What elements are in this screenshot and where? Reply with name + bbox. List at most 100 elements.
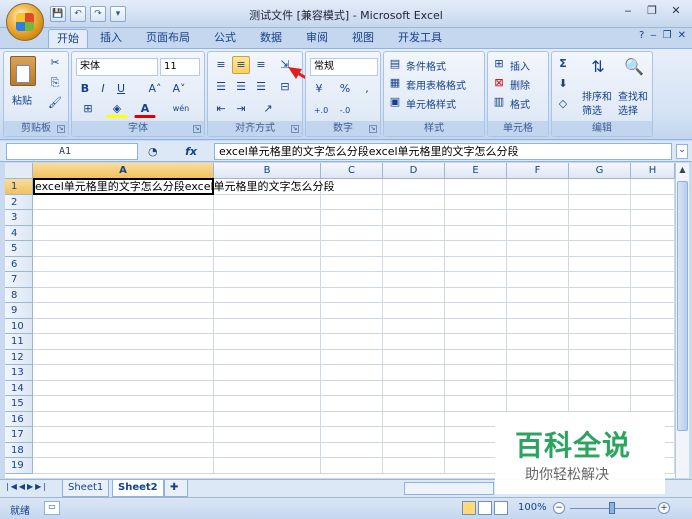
cell[interactable]	[33, 349, 214, 365]
cell[interactable]	[321, 380, 383, 396]
cell[interactable]	[383, 303, 445, 319]
cell[interactable]	[507, 287, 569, 303]
row-header[interactable]: 9	[5, 303, 33, 319]
copy-icon[interactable]: ⎘	[46, 74, 64, 92]
zoom-slider-thumb[interactable]	[609, 502, 615, 514]
font-name-select[interactable]: 宋体	[76, 58, 158, 76]
cell[interactable]	[383, 380, 445, 396]
tab-developer[interactable]: 开发工具	[390, 29, 450, 48]
cell[interactable]	[33, 427, 214, 443]
sheet-tab-active[interactable]: Sheet2	[112, 480, 164, 497]
cell[interactable]	[214, 380, 321, 396]
insert-function-button[interactable]: fx	[185, 145, 197, 158]
decrease-decimal-button[interactable]: -.0	[334, 102, 356, 120]
cell[interactable]	[321, 442, 383, 458]
cell[interactable]	[383, 334, 445, 350]
cell[interactable]	[445, 380, 507, 396]
cell[interactable]	[321, 458, 383, 474]
cell[interactable]	[569, 396, 631, 412]
cell[interactable]	[631, 225, 675, 241]
cell[interactable]	[507, 396, 569, 412]
cell[interactable]	[214, 303, 321, 319]
cell[interactable]	[507, 380, 569, 396]
cell[interactable]	[631, 365, 675, 381]
cell[interactable]	[569, 179, 631, 195]
cell[interactable]	[214, 442, 321, 458]
cell[interactable]	[445, 334, 507, 350]
align-right-icon[interactable]: ☰	[252, 78, 270, 96]
cell[interactable]	[445, 272, 507, 288]
zoom-in-icon[interactable]: +	[658, 502, 670, 514]
align-center-icon[interactable]: ☰	[232, 78, 250, 96]
cell[interactable]	[507, 194, 569, 210]
shrink-font-button[interactable]: A˅	[168, 80, 190, 98]
cell[interactable]	[383, 458, 445, 474]
row-header[interactable]: 1	[5, 179, 33, 195]
cell[interactable]	[321, 225, 383, 241]
cell[interactable]	[631, 256, 675, 272]
cell[interactable]	[445, 241, 507, 257]
cell[interactable]	[507, 225, 569, 241]
cell[interactable]	[321, 396, 383, 412]
clear-icon[interactable]: ◇	[554, 95, 572, 113]
cell[interactable]	[33, 225, 214, 241]
cell[interactable]	[445, 287, 507, 303]
delete-cells-button[interactable]: 删除	[510, 77, 530, 92]
cell[interactable]	[507, 318, 569, 334]
cell[interactable]	[445, 256, 507, 272]
column-header[interactable]: H	[631, 163, 675, 179]
doc-restore-button[interactable]: ❐	[663, 30, 672, 41]
comma-button[interactable]: ,	[358, 80, 376, 98]
decrease-indent-icon[interactable]: ⇤	[212, 100, 230, 118]
cell[interactable]	[383, 241, 445, 257]
horizontal-scrollbar[interactable]	[404, 482, 494, 495]
cell[interactable]	[214, 349, 321, 365]
cell[interactable]	[631, 179, 675, 195]
cell[interactable]	[214, 318, 321, 334]
cell[interactable]	[383, 225, 445, 241]
cell[interactable]	[321, 241, 383, 257]
normal-view-icon[interactable]	[462, 501, 476, 515]
tab-data[interactable]: 数据	[252, 29, 290, 48]
minimize-button[interactable]: ‒	[616, 2, 640, 20]
cell[interactable]	[321, 318, 383, 334]
cell[interactable]	[214, 458, 321, 474]
cell[interactable]	[569, 303, 631, 319]
cell[interactable]	[631, 272, 675, 288]
clipboard-launcher-icon[interactable]: ↘	[57, 125, 65, 133]
underline-button[interactable]: U	[112, 80, 130, 98]
cell[interactable]	[631, 380, 675, 396]
align-top-icon[interactable]: ≡	[212, 56, 230, 74]
cell[interactable]	[33, 303, 214, 319]
column-header[interactable]: D	[383, 163, 445, 179]
cell[interactable]	[507, 272, 569, 288]
cell[interactable]	[569, 318, 631, 334]
cell[interactable]	[321, 210, 383, 226]
doc-minimize-button[interactable]: ‒	[650, 30, 656, 41]
column-header[interactable]: C	[321, 163, 383, 179]
cell[interactable]	[33, 272, 214, 288]
number-format-select[interactable]: 常规	[310, 58, 378, 76]
cell[interactable]	[507, 365, 569, 381]
cell[interactable]	[321, 272, 383, 288]
row-header[interactable]: 8	[5, 287, 33, 303]
tab-view[interactable]: 视图	[344, 29, 382, 48]
cell[interactable]	[33, 396, 214, 412]
zoom-out-icon[interactable]: −	[553, 502, 565, 514]
cell[interactable]	[569, 225, 631, 241]
cell[interactable]	[321, 334, 383, 350]
cell[interactable]	[569, 349, 631, 365]
cell[interactable]	[631, 241, 675, 257]
percent-button[interactable]: %	[336, 80, 354, 98]
scroll-thumb[interactable]	[677, 181, 688, 431]
cell[interactable]	[631, 210, 675, 226]
cell[interactable]	[631, 334, 675, 350]
tab-insert[interactable]: 插入	[92, 29, 130, 48]
name-box[interactable]: A1	[6, 143, 138, 160]
cell[interactable]	[631, 303, 675, 319]
italic-button[interactable]: I	[94, 80, 112, 98]
row-header[interactable]: 15	[5, 396, 33, 412]
grow-font-button[interactable]: A˄	[144, 80, 166, 98]
cell[interactable]	[383, 194, 445, 210]
font-color-button[interactable]: A	[134, 100, 156, 118]
